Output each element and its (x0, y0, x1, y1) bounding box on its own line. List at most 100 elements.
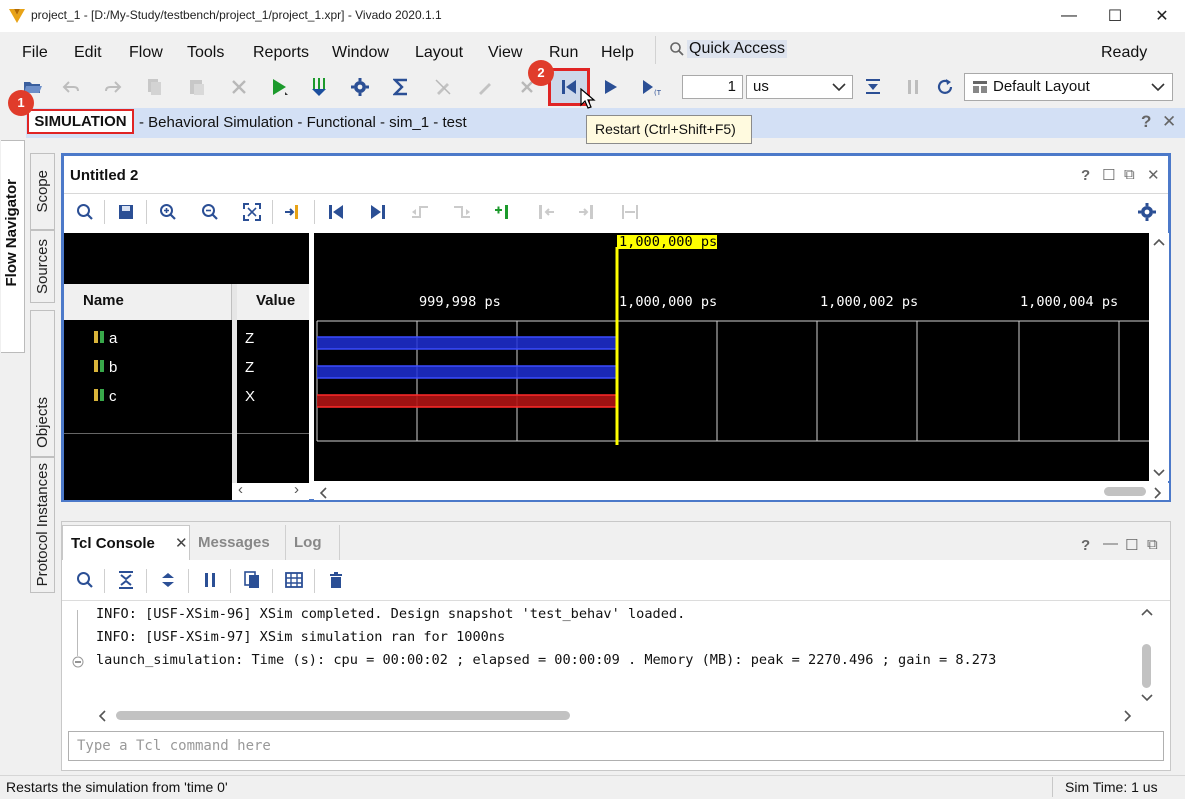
redo-button[interactable] (102, 76, 124, 98)
wave-search-button[interactable] (75, 202, 95, 222)
minimize-icon[interactable]: — (1103, 535, 1118, 552)
waveform-horizontal-scrollbar[interactable] (314, 483, 1169, 500)
layout-select[interactable]: Default Layout (964, 73, 1173, 101)
menu-file[interactable]: File (22, 44, 48, 62)
run-button[interactable] (268, 76, 290, 98)
signal-name-a[interactable]: a (109, 330, 117, 347)
waveform-vertical-scrollbar[interactable] (1149, 233, 1169, 481)
chevron-down-icon[interactable] (1153, 469, 1165, 477)
menu-flow[interactable]: Flow (129, 44, 163, 62)
float-icon[interactable]: ⧉ (1124, 166, 1135, 183)
zoom-out-button[interactable] (200, 202, 220, 222)
restart-button[interactable] (558, 76, 580, 98)
menu-reports[interactable]: Reports (253, 44, 309, 62)
chevron-left-icon[interactable] (319, 487, 327, 499)
run-all-button[interactable] (600, 76, 622, 98)
restore-icon[interactable]: ☐ (1125, 536, 1138, 554)
chevron-left-icon[interactable]: ‹ (238, 481, 243, 498)
tab-protocol-instances[interactable]: Protocol Instances (30, 457, 55, 593)
menu-help[interactable]: Help (601, 44, 634, 62)
run-time-unit-select[interactable]: us (746, 75, 853, 99)
scrollbar-thumb[interactable] (116, 711, 570, 720)
close-icon[interactable]: ✕ (1162, 112, 1176, 132)
next-transition-button[interactable] (452, 202, 472, 222)
next-marker-button[interactable] (578, 202, 598, 222)
minimize-button[interactable]: — (1046, 0, 1092, 32)
run-for-button[interactable]: (T) (640, 76, 662, 98)
chevron-right-icon[interactable]: › (294, 481, 299, 498)
chevron-right-icon[interactable] (1154, 487, 1162, 499)
close-window-button[interactable]: ✕ (1139, 0, 1185, 32)
close-icon[interactable]: ✕ (175, 526, 188, 561)
console-horizontal-scrollbar[interactable] (96, 708, 1136, 724)
menu-layout[interactable]: Layout (415, 44, 463, 62)
tab-sources[interactable]: Sources (30, 230, 55, 303)
tcl-command-input[interactable]: Type a Tcl command here (68, 731, 1164, 761)
table-view-button[interactable] (284, 570, 304, 590)
maximize-button[interactable]: ☐ (1092, 0, 1138, 32)
settings-button[interactable] (349, 76, 371, 98)
console-search-button[interactable] (75, 570, 95, 590)
help-icon[interactable]: ? (1081, 167, 1090, 184)
run-time-input[interactable]: 1 (682, 75, 743, 99)
relaunch-button[interactable] (934, 76, 956, 98)
names-horizontal-scrollbar[interactable]: ‹ › (232, 481, 309, 500)
menu-window[interactable]: Window (332, 44, 389, 62)
signal-name-b[interactable]: b (109, 359, 117, 376)
tab-messages[interactable]: Messages (190, 525, 286, 560)
scrollbar-thumb[interactable] (1104, 487, 1146, 496)
delete-button[interactable] (228, 76, 250, 98)
float-icon[interactable]: ⧉ (1147, 536, 1158, 553)
name-column-header[interactable]: Name (64, 284, 232, 320)
generate-bitstream-button[interactable] (308, 76, 330, 98)
chevron-left-icon[interactable] (98, 710, 106, 722)
flow-navigator-tab[interactable]: Flow Navigator (1, 140, 25, 353)
chevron-up-icon[interactable] (1141, 608, 1153, 616)
chevron-right-icon[interactable] (1124, 710, 1132, 722)
tool-button-a[interactable] (432, 76, 454, 98)
prev-transition-button[interactable] (410, 202, 430, 222)
value-column-header[interactable]: Value (237, 284, 309, 320)
tab-objects[interactable]: Objects (30, 310, 55, 457)
zoom-in-button[interactable] (158, 202, 178, 222)
menu-view[interactable]: View (488, 44, 522, 62)
tab-log[interactable]: Log (286, 525, 340, 560)
close-icon[interactable]: ✕ (1147, 166, 1160, 184)
waveform-canvas[interactable]: 1,000,000 ps 999,998 ps 1,000,000 ps 1,0… (314, 233, 1149, 481)
tab-tcl-console[interactable]: Tcl Console ✕ (62, 525, 190, 560)
tool-button-b[interactable] (474, 76, 496, 98)
chevron-up-icon[interactable] (1153, 238, 1165, 246)
pause-output-button[interactable] (200, 570, 220, 590)
scrollbar-thumb[interactable] (1142, 644, 1151, 688)
swap-cursors-button[interactable] (620, 202, 640, 222)
goto-start-button[interactable] (326, 202, 346, 222)
collapse-toggle-icon[interactable] (72, 656, 84, 668)
restore-icon[interactable]: ☐ (1102, 166, 1115, 184)
expand-all-button[interactable] (158, 570, 178, 590)
add-marker-button[interactable] (494, 202, 514, 222)
menu-tools[interactable]: Tools (187, 44, 224, 62)
wave-settings-button[interactable] (1137, 202, 1157, 222)
break-button[interactable] (902, 76, 924, 98)
menu-run[interactable]: Run (549, 44, 578, 62)
goto-cursor-button[interactable] (284, 202, 304, 222)
copy-button[interactable] (143, 76, 165, 98)
console-vertical-scrollbar[interactable] (1139, 604, 1155, 704)
chevron-down-icon[interactable] (1141, 694, 1153, 702)
paste-button[interactable] (186, 76, 208, 98)
clear-console-button[interactable] (326, 570, 346, 590)
zoom-fit-button[interactable] (242, 202, 262, 222)
tab-scope[interactable]: Scope (30, 153, 55, 230)
goto-end-button[interactable] (368, 202, 388, 222)
copy-output-button[interactable] (242, 570, 262, 590)
menu-edit[interactable]: Edit (74, 44, 102, 62)
report-button[interactable] (390, 76, 412, 98)
signal-name-c[interactable]: c (109, 388, 117, 405)
collapse-all-button[interactable] (116, 570, 136, 590)
step-button[interactable] (862, 76, 884, 98)
prev-marker-button[interactable] (536, 202, 556, 222)
undo-button[interactable] (60, 76, 82, 98)
save-wave-button[interactable] (116, 202, 136, 222)
help-icon[interactable]: ? (1141, 112, 1151, 132)
quick-access-label[interactable]: Quick Access (687, 40, 788, 58)
